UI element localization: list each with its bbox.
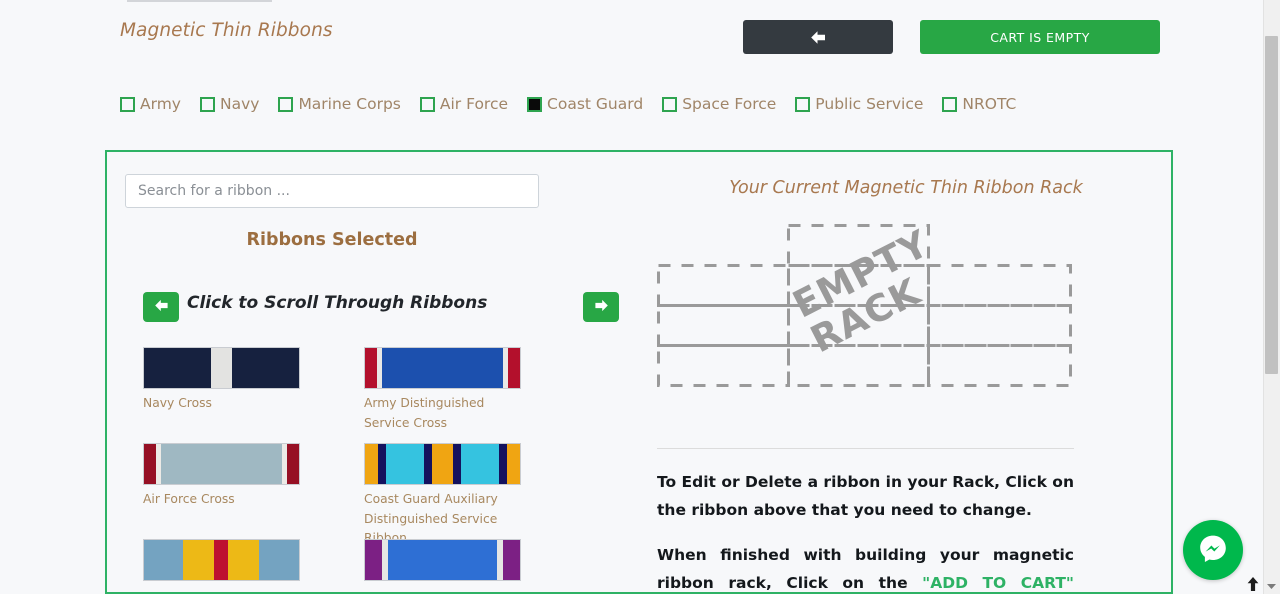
page-title: Magnetic Thin Ribbons: [120, 20, 333, 41]
checkbox-box-checked[interactable]: [527, 96, 543, 112]
ribbon-stripe: [386, 444, 425, 484]
arrow-left-icon: [809, 30, 827, 45]
branch-label: Public Service: [815, 95, 924, 113]
branch-label: Marine Corps: [298, 95, 401, 113]
ribbon-name: Army Distinguished Service Cross: [364, 396, 485, 430]
checkbox-box[interactable]: [120, 96, 135, 112]
ribbon-stripe: [232, 348, 299, 388]
branch-checkbox-navy[interactable]: Navy: [199, 95, 260, 113]
branch-checkbox-marine-corps[interactable]: Marine Corps: [278, 95, 401, 113]
scroll-right-button[interactable]: [583, 292, 619, 322]
branch-checkbox-space-force[interactable]: Space Force: [662, 95, 776, 113]
checkbox-box[interactable]: [199, 96, 215, 112]
ribbon-swatch[interactable]: [364, 443, 521, 485]
page-root: Magnetic Thin Ribbons CART IS EMPTY Army…: [0, 0, 1280, 594]
ribbon-stripe: [365, 444, 379, 484]
ribbon-stripe: [258, 540, 299, 580]
ribbon-stripe: [144, 540, 183, 580]
ribbon-scroll-controls: Click to Scroll Through Ribbons: [143, 292, 619, 322]
ribbons-selected-heading: Ribbons Selected: [246, 230, 418, 250]
ribbon-stripe: [161, 444, 282, 484]
ribbon-stripe: [286, 444, 299, 484]
ribbon-card-coast-guard-auxiliary-distinguished-service-ribbon[interactable]: Coast Guard Auxiliary Distinguished Serv…: [364, 443, 521, 549]
page-left-edge: [0, 0, 2, 594]
empty-rack-grid[interactable]: EMPTY RACK: [657, 222, 1074, 399]
ribbon-stripe: [498, 444, 507, 484]
scroll-left-button[interactable]: [143, 292, 179, 322]
branch-label: Navy: [219, 95, 260, 113]
ribbon-swatch[interactable]: [143, 443, 300, 485]
branch-checkbox-public-service[interactable]: Public Service: [795, 95, 923, 113]
ribbon-card-row3-right[interactable]: [364, 539, 521, 586]
branch-label: NROTC: [962, 95, 1017, 113]
branch-label: Army: [140, 95, 181, 113]
back-button[interactable]: [743, 20, 893, 54]
branch-label: Space Force: [682, 95, 777, 113]
rack-heading: Your Current Magnetic Thin Ribbon Rack: [729, 178, 1083, 198]
branch-label: Coast Guard: [547, 95, 644, 113]
checkbox-box[interactable]: [662, 96, 678, 112]
ribbon-card-navy-cross[interactable]: Navy Cross: [143, 347, 300, 414]
builder-panel: Ribbons Selected Click to Scroll Through…: [105, 150, 1173, 594]
checkbox-box[interactable]: [942, 96, 958, 112]
ribbon-stripe: [144, 348, 211, 388]
ribbon-stripe: [452, 444, 461, 484]
checkbox-box[interactable]: [419, 96, 435, 112]
arrow-up-icon: [1247, 577, 1259, 591]
rack-instructions: To Edit or Delete a ribbon in your Rack,…: [657, 468, 1075, 592]
scroll-to-top-button[interactable]: [1246, 576, 1260, 592]
ribbon-stripe: [378, 444, 387, 484]
ribbon-stripe: [365, 348, 378, 388]
ribbon-swatch[interactable]: [364, 347, 521, 389]
ribbon-swatch[interactable]: [143, 347, 300, 389]
ribbon-stripe: [507, 348, 520, 388]
scroll-caption: Click to Scroll Through Ribbons: [187, 293, 488, 313]
checkbox-box[interactable]: [278, 96, 294, 112]
branch-checkbox-air-force[interactable]: Air Force: [419, 95, 509, 113]
ribbon-picker-column: Ribbons Selected Click to Scroll Through…: [107, 152, 637, 592]
arrow-left-icon: [154, 299, 169, 315]
ribbon-stripe: [227, 540, 259, 580]
add-to-cart-reference: "ADD TO CART": [922, 574, 1075, 592]
ribbon-stripe: [213, 540, 228, 580]
ribbon-stripe: [210, 348, 233, 388]
ribbon-name: Navy Cross: [143, 396, 212, 410]
scrollbar-down-button[interactable]: [1266, 578, 1277, 589]
ribbon-stripe: [388, 540, 497, 580]
branch-checkbox-army[interactable]: Army: [120, 95, 181, 113]
rack-preview-column: Your Current Magnetic Thin Ribbon Rack E…: [637, 152, 1171, 592]
messenger-chat-button[interactable]: [1183, 520, 1243, 580]
page-scrollbar-thumb[interactable]: [1265, 36, 1278, 374]
ribbon-stripe: [431, 444, 453, 484]
ribbon-stripe: [182, 540, 214, 580]
ribbon-stripe: [382, 348, 503, 388]
section-divider: [657, 448, 1074, 449]
instruction-paragraph-1: To Edit or Delete a ribbon in your Rack,…: [657, 473, 1074, 519]
ribbon-stripe: [424, 444, 432, 484]
arrow-right-icon: [594, 299, 609, 315]
ribbon-card-row3-left[interactable]: [143, 539, 300, 586]
branch-checkbox-coast-guard[interactable]: Coast Guard: [527, 95, 643, 113]
ribbon-card-air-force-cross[interactable]: Air Force Cross: [143, 443, 300, 510]
ribbon-stripe: [506, 444, 520, 484]
ribbon-stripe: [502, 540, 520, 580]
ribbon-card-army-distinguished-service-cross[interactable]: Army Distinguished Service Cross: [364, 347, 521, 433]
ribbon-swatch[interactable]: [364, 539, 521, 581]
instruction-paragraph-2: When finished with building your magneti…: [657, 541, 1075, 592]
branch-label: Air Force: [439, 95, 509, 113]
top-divider-stub: [127, 0, 272, 2]
branch-filter-row: Army Navy Marine Corps Air Force Coast G…: [120, 95, 1035, 113]
ribbon-swatch[interactable]: [143, 539, 300, 581]
ribbon-stripe: [365, 540, 383, 580]
ribbon-stripe: [144, 444, 157, 484]
search-input[interactable]: [125, 174, 539, 208]
cart-button[interactable]: CART IS EMPTY: [920, 20, 1160, 54]
ribbon-name: Air Force Cross: [143, 492, 235, 506]
checkbox-box[interactable]: [795, 96, 811, 112]
messenger-icon: [1195, 530, 1231, 571]
chevron-down-icon: [1267, 584, 1276, 589]
ribbon-stripe: [460, 444, 499, 484]
branch-checkbox-nrotc[interactable]: NROTC: [942, 95, 1016, 113]
